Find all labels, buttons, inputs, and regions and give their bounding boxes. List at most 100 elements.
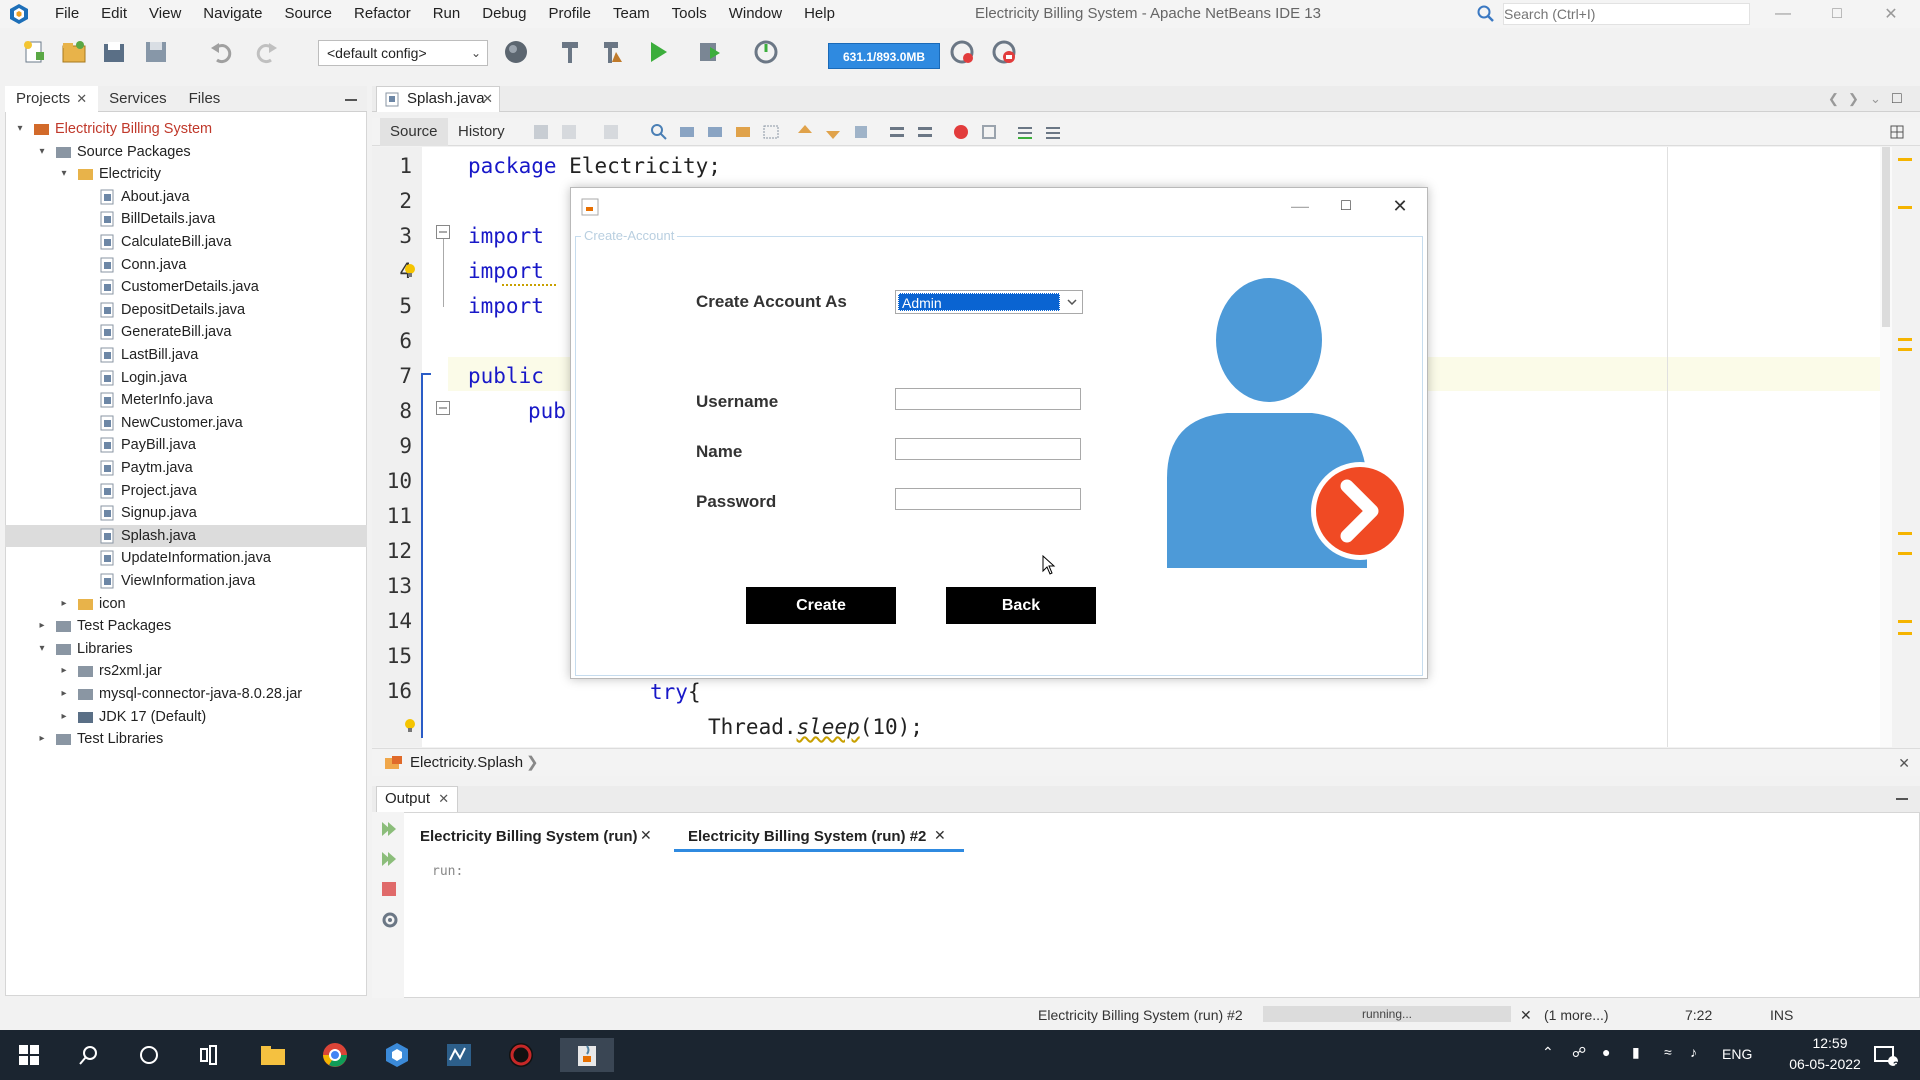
error-stripe-marker[interactable]: [1898, 206, 1912, 209]
menu-refactor[interactable]: Refactor: [343, 0, 422, 28]
cancel-task-icon[interactable]: ✕: [1520, 1000, 1532, 1030]
menu-source[interactable]: Source: [273, 0, 343, 28]
clock-date[interactable]: 06-05-2022: [1770, 1056, 1880, 1072]
config-select[interactable]: <default config> ⌄: [318, 40, 488, 66]
account-type-select[interactable]: Admin: [895, 290, 1083, 314]
tree-item[interactable]: ▸ icon: [5, 593, 367, 615]
error-stripe-marker[interactable]: [1898, 348, 1912, 351]
next-bookmark-icon[interactable]: [824, 123, 842, 141]
menu-file[interactable]: File: [44, 0, 90, 28]
new-project-icon[interactable]: [60, 38, 88, 66]
shift-left-icon[interactable]: [888, 123, 906, 141]
file-explorer-button[interactable]: [256, 1038, 290, 1072]
shift-right-icon[interactable]: [916, 123, 934, 141]
collapsed-toggle-icon[interactable]: ▸: [37, 615, 47, 637]
tab-splash-java[interactable]: Splash.java ✕: [376, 86, 500, 112]
hint-bulb-icon[interactable]: [402, 262, 418, 278]
collapsed-toggle-icon[interactable]: ▸: [59, 593, 69, 615]
expanded-toggle-icon[interactable]: ▾: [59, 163, 69, 185]
menu-window[interactable]: Window: [718, 0, 793, 28]
stop-macro-icon[interactable]: [980, 123, 998, 141]
tree-item[interactable]: Login.java: [5, 367, 367, 389]
start-macro-icon[interactable]: [952, 123, 970, 141]
previous-bookmark-icon[interactable]: [796, 123, 814, 141]
tree-item[interactable]: ▸ Test Libraries: [5, 728, 367, 750]
notifications-button[interactable]: 3: [1868, 1038, 1902, 1072]
tray-battery-icon[interactable]: ▮: [1632, 1044, 1640, 1061]
comment-icon[interactable]: [1016, 123, 1034, 141]
tree-item[interactable]: Signup.java: [5, 502, 367, 524]
close-icon[interactable]: ✕: [934, 827, 946, 844]
maximize-button[interactable]: □: [1814, 0, 1860, 28]
find-previous-icon[interactable]: [678, 123, 696, 141]
find-next-icon[interactable]: [706, 123, 724, 141]
uncomment-icon[interactable]: [1044, 123, 1062, 141]
menu-debug[interactable]: Debug: [471, 0, 537, 28]
dialog-minimize-button[interactable]: —: [1277, 188, 1323, 224]
mysql-workbench-button[interactable]: [442, 1038, 476, 1072]
menu-team[interactable]: Team: [602, 0, 661, 28]
tree-item[interactable]: ▸ mysql-connector-java-8.0.28.jar: [5, 683, 367, 705]
chrome-button[interactable]: [318, 1038, 352, 1072]
run-project-icon[interactable]: [644, 38, 672, 66]
globe-icon[interactable]: [502, 38, 530, 66]
tree-item[interactable]: ViewInformation.java: [5, 570, 367, 592]
close-window-button[interactable]: ✕: [1868, 0, 1914, 28]
collapsed-toggle-icon[interactable]: ▸: [59, 683, 69, 705]
menu-tools[interactable]: Tools: [661, 0, 718, 28]
tree-item[interactable]: Paytm.java: [5, 457, 367, 479]
tab-services[interactable]: Services: [98, 86, 178, 112]
settings-icon[interactable]: [380, 910, 400, 930]
menu-profile[interactable]: Profile: [537, 0, 602, 28]
error-stripe-marker[interactable]: [1898, 532, 1912, 535]
tree-item[interactable]: ▾ Source Packages: [5, 141, 367, 163]
collapsed-toggle-icon[interactable]: ▸: [59, 706, 69, 728]
tab-source[interactable]: Source: [380, 118, 448, 146]
cortana-button[interactable]: [132, 1038, 166, 1072]
hint-bulb-icon[interactable]: [402, 717, 418, 733]
tab-projects[interactable]: Projects ✕: [5, 85, 99, 112]
chevron-left-icon[interactable]: ❮: [1828, 86, 1839, 112]
profile-project-icon[interactable]: [752, 38, 780, 66]
back-button[interactable]: Back: [946, 587, 1096, 624]
search-taskbar-button[interactable]: [72, 1038, 106, 1072]
tab-run-output[interactable]: Electricity Billing System (run): [420, 824, 638, 852]
minimize-button[interactable]: —: [1760, 0, 1806, 28]
expanded-toggle-icon[interactable]: ▾: [37, 141, 47, 163]
start-button[interactable]: [12, 1038, 46, 1072]
gc-icon[interactable]: [948, 38, 976, 66]
tree-item[interactable]: ▸ Test Packages: [5, 615, 367, 637]
tree-item[interactable]: ▾ Electricity Billing System: [5, 118, 367, 140]
name-field[interactable]: [895, 438, 1081, 460]
clock-time[interactable]: 12:59: [1785, 1035, 1875, 1051]
expanded-toggle-icon[interactable]: ▾: [37, 638, 47, 660]
redo-icon[interactable]: [252, 38, 280, 66]
fold-toggle-icon[interactable]: [436, 225, 450, 239]
stop-profiler-icon[interactable]: [990, 38, 1018, 66]
expanded-toggle-icon[interactable]: ▾: [15, 118, 25, 140]
tree-item[interactable]: DepositDetails.java: [5, 299, 367, 321]
tree-item[interactable]: ▸ JDK 17 (Default): [5, 706, 367, 728]
tree-item[interactable]: Conn.java: [5, 254, 367, 276]
maximize-editor-icon[interactable]: □: [1892, 86, 1902, 112]
username-field[interactable]: [895, 388, 1081, 410]
undo-icon[interactable]: [208, 38, 236, 66]
status-task[interactable]: Electricity Billing System (run) #2: [1038, 1000, 1243, 1030]
clean-build-icon[interactable]: [598, 38, 626, 66]
close-icon[interactable]: ✕: [1898, 749, 1910, 777]
chevron-down-icon[interactable]: ⌄: [1870, 86, 1881, 112]
tree-item[interactable]: UpdateInformation.java: [5, 547, 367, 569]
tree-item[interactable]: PayBill.java: [5, 434, 367, 456]
open-project-icon[interactable]: [100, 38, 128, 66]
menu-view[interactable]: View: [138, 0, 192, 28]
tray-mic-icon[interactable]: ●: [1602, 1044, 1610, 1060]
tab-output[interactable]: Output ✕: [376, 786, 459, 812]
rerun-with-args-icon[interactable]: [380, 850, 398, 868]
tree-item[interactable]: ▾ Libraries: [5, 638, 367, 660]
error-stripe-marker[interactable]: [1898, 552, 1912, 555]
back-icon[interactable]: [560, 123, 578, 141]
close-icon[interactable]: ✕: [438, 791, 449, 806]
minimize-panel-icon[interactable]: [345, 99, 357, 101]
editor-scrollbar[interactable]: [1880, 147, 1892, 747]
find-icon[interactable]: [650, 123, 668, 141]
